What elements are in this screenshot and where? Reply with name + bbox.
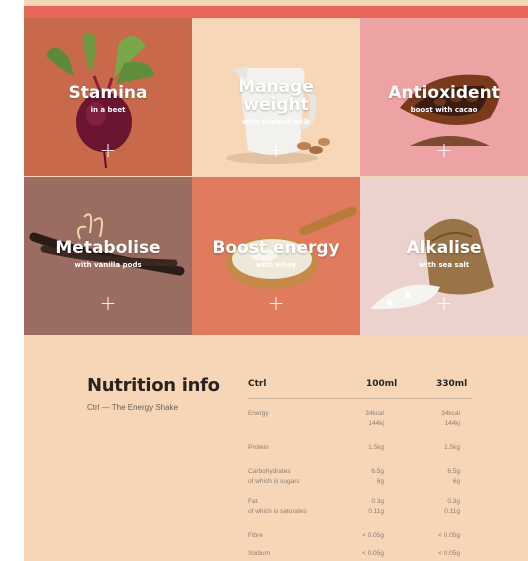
value-100ml-secondary: 6g bbox=[376, 478, 384, 485]
value-330ml: < 0.05g bbox=[438, 550, 460, 557]
value-100ml: 0.3g bbox=[371, 498, 384, 505]
tile-title-line-2: weight bbox=[243, 95, 309, 115]
table-header: Ctrl 100ml 330ml bbox=[248, 375, 472, 399]
value-100ml: 6.5g bbox=[371, 468, 384, 475]
tile-title: Alkalise bbox=[406, 238, 482, 258]
value-100ml-secondary: 0.11g bbox=[368, 508, 384, 515]
nutrition-section: Nutrition info Ctrl — The Energy Shake C… bbox=[24, 335, 528, 561]
nutrition-title: Nutrition info bbox=[87, 375, 220, 396]
row-sub-label: of which is saturates bbox=[248, 508, 307, 515]
value-100ml-secondary: 144kj bbox=[368, 420, 384, 427]
row-label: Carbohydrates bbox=[248, 468, 291, 475]
value-330ml-secondary: 144kj bbox=[444, 420, 460, 427]
value-330ml: 0.3g bbox=[447, 498, 460, 505]
expand-plus-icon[interactable]: + bbox=[360, 291, 528, 315]
tile-title: Boost energy bbox=[212, 238, 340, 258]
value-100ml: < 0.05g bbox=[362, 550, 384, 557]
tile-subtitle: with whey bbox=[255, 261, 297, 269]
nutrition-subtitle: Ctrl — The Energy Shake bbox=[87, 403, 179, 412]
value-100ml: 34kcal bbox=[365, 410, 384, 417]
value-100ml: < 0.05g bbox=[362, 532, 384, 539]
tile-alkalise[interactable]: Alkalise with sea salt + bbox=[360, 177, 528, 335]
tile-manage-weight[interactable]: Manage weight with almond milk + bbox=[192, 18, 360, 176]
tile-title: Metabolise bbox=[55, 238, 161, 258]
value-100ml: 1.5kg bbox=[368, 444, 384, 451]
expand-plus-icon[interactable]: + bbox=[24, 291, 192, 315]
value-330ml: 34kcal bbox=[441, 410, 460, 417]
tile-subtitle: boost with cacao bbox=[410, 106, 478, 114]
tile-subtitle: with almond milk bbox=[241, 118, 311, 126]
benefits-grid: Stamina in a beet + Manage weight with a… bbox=[24, 18, 528, 335]
row-label: Protein bbox=[248, 444, 269, 451]
value-330ml-secondary: 6g bbox=[452, 478, 460, 485]
row-label: Energy bbox=[248, 410, 269, 417]
tile-stamina[interactable]: Stamina in a beet + bbox=[24, 18, 192, 176]
expand-plus-icon[interactable]: + bbox=[192, 138, 360, 162]
column-header: Ctrl bbox=[248, 379, 267, 389]
row-label: Sodium bbox=[248, 550, 271, 557]
top-accent-bar bbox=[24, 6, 528, 18]
expand-plus-icon[interactable]: + bbox=[192, 291, 360, 315]
tile-subtitle: in a beet bbox=[90, 106, 126, 114]
expand-plus-icon[interactable]: + bbox=[24, 138, 192, 162]
tile-subtitle: with vanilla pods bbox=[74, 261, 142, 269]
value-330ml: 1.5kg bbox=[444, 444, 460, 451]
expand-plus-icon[interactable]: + bbox=[360, 138, 528, 162]
column-header: 100ml bbox=[366, 379, 398, 389]
row-sub-label: of which is sugars bbox=[248, 478, 300, 485]
tile-boost-energy[interactable]: Boost energy with whey + bbox=[192, 177, 360, 335]
value-330ml: 6.5g bbox=[447, 468, 460, 475]
page: Stamina in a beet + Manage weight with a… bbox=[24, 0, 528, 561]
tile-antioxident[interactable]: Antioxident boost with cacao + bbox=[360, 18, 528, 176]
value-330ml-secondary: 0.11g bbox=[444, 508, 460, 515]
row-label: Fibre bbox=[248, 532, 263, 539]
row-label: Fat bbox=[248, 498, 258, 505]
tile-title: Antioxident bbox=[388, 83, 500, 103]
tile-subtitle: with sea salt bbox=[418, 261, 470, 269]
tile-metabolise[interactable]: Metabolise with vanilla pods + bbox=[24, 177, 192, 335]
tile-title: Stamina bbox=[68, 83, 148, 103]
value-330ml: < 0.05g bbox=[438, 532, 460, 539]
column-header: 330ml bbox=[436, 379, 468, 389]
